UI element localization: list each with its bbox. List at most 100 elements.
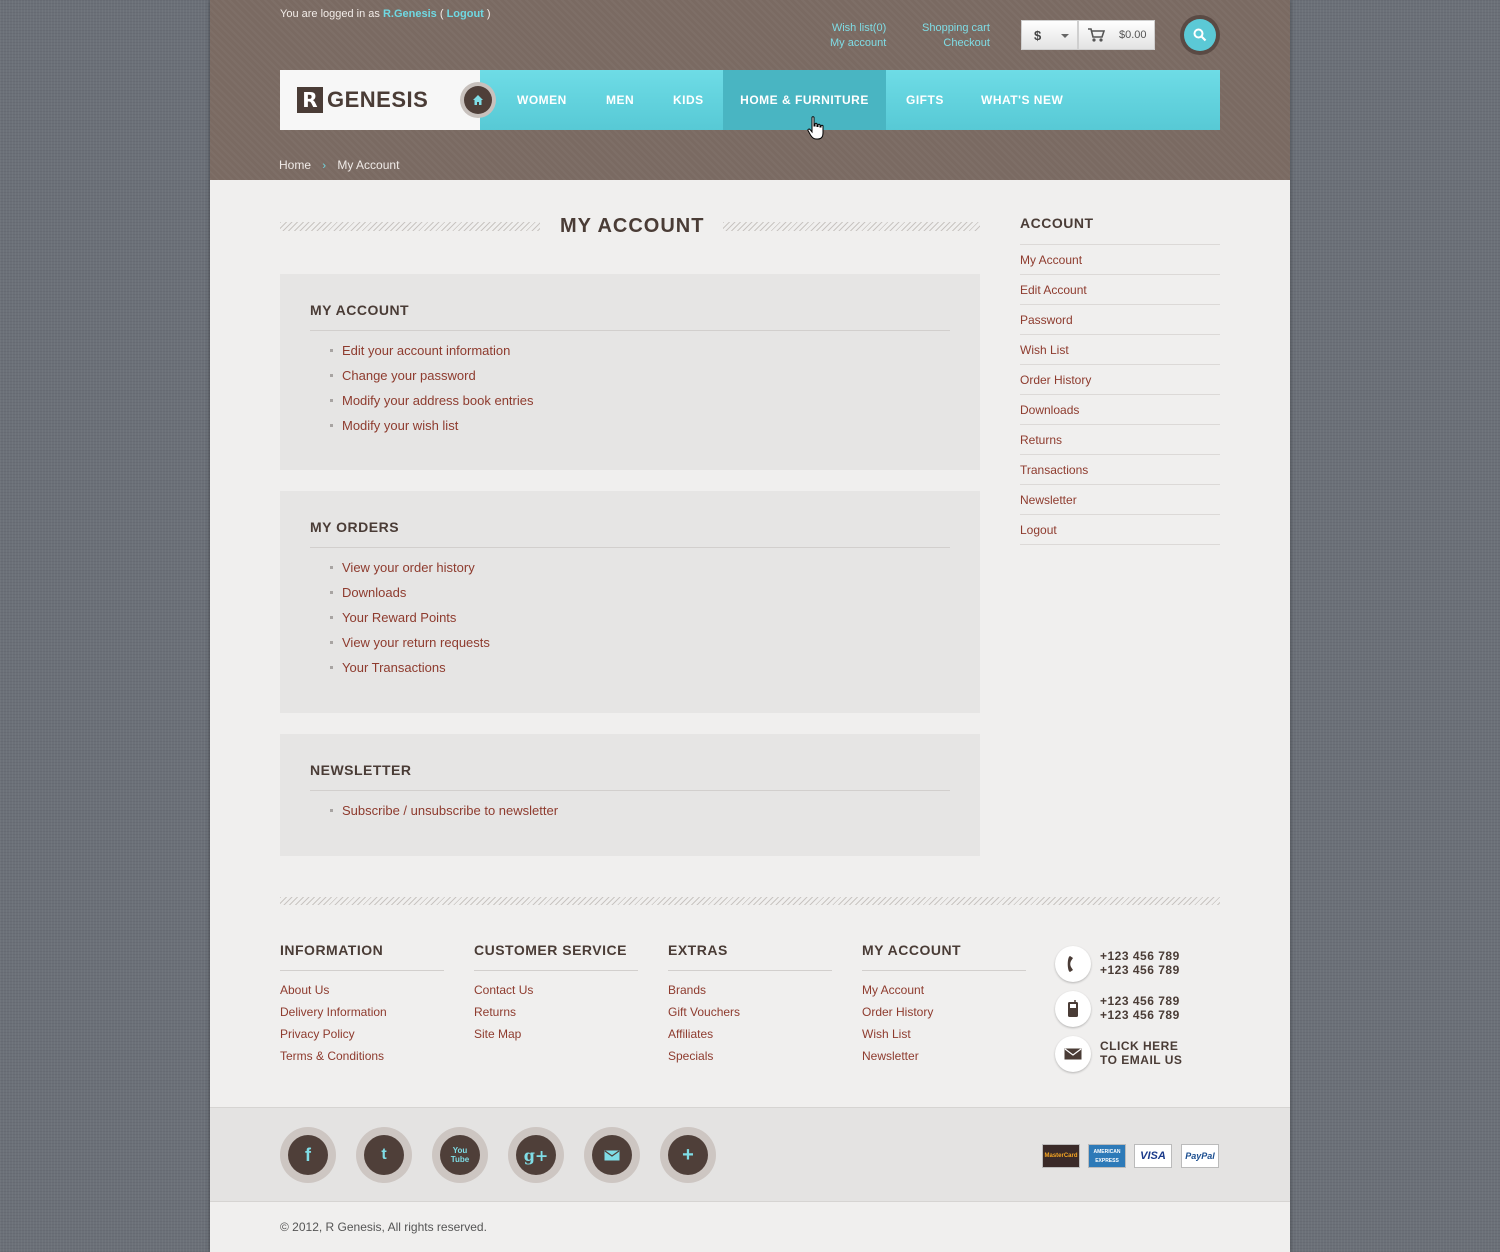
email-icon — [604, 1150, 620, 1160]
home-button[interactable] — [460, 82, 496, 118]
logout-paren-open: ( — [439, 8, 444, 20]
newsletter-section: NEWSLETTER Subscribe / unsubscribe to ne… — [280, 734, 980, 856]
mastercard-icon: MasterCard — [1042, 1144, 1080, 1168]
footer-link-my-account[interactable]: My Account — [862, 982, 1026, 1004]
sidebar-item-order-history[interactable]: Order History — [1020, 365, 1220, 395]
sidebar-item-returns[interactable]: Returns — [1020, 425, 1220, 455]
twitter-button[interactable]: t — [356, 1127, 412, 1183]
footer-link-order-history[interactable]: Order History — [862, 1004, 1026, 1026]
account-links-list: Edit your account information Change you… — [330, 338, 533, 438]
header: You are logged in as R.Genesis ( Logout … — [210, 0, 1290, 180]
my-orders-section: MY ORDERS View your order history Downlo… — [280, 491, 980, 713]
footer-link-returns[interactable]: Returns — [474, 1004, 638, 1026]
nav-item-kids[interactable]: KIDS — [673, 70, 704, 130]
logout-link[interactable]: Logout — [447, 8, 484, 20]
transactions-link[interactable]: Your Transactions — [330, 655, 490, 680]
logo-text: GENESIS — [327, 87, 429, 112]
my-account-link[interactable]: My account — [830, 36, 886, 51]
order-history-link[interactable]: View your order history — [330, 555, 490, 580]
wish-list-link[interactable]: Modify your wish list — [330, 413, 533, 438]
footer-link-site-map[interactable]: Site Map — [474, 1026, 638, 1048]
footer-link-brands[interactable]: Brands — [668, 982, 832, 1004]
more-button[interactable]: + — [660, 1127, 716, 1183]
plus-icon: + — [682, 1143, 694, 1166]
section-title: MY ORDERS — [310, 519, 400, 535]
email-link-line2[interactable]: TO EMAIL US — [1100, 1053, 1182, 1067]
footer-link-contact-us[interactable]: Contact Us — [474, 982, 638, 1004]
envelope-icon — [1055, 1036, 1091, 1072]
checkout-link[interactable]: Checkout — [922, 36, 989, 51]
nav-item-men[interactable]: MEN — [606, 70, 634, 130]
phone-number: +123 456 789 — [1100, 963, 1180, 977]
username-link[interactable]: R.Genesis — [383, 8, 437, 20]
email-button[interactable] — [584, 1127, 640, 1183]
phone-icon — [1055, 946, 1091, 982]
footer-column-title: MY ACCOUNT — [862, 942, 1026, 971]
search-icon — [1193, 28, 1207, 42]
nav-menu: WOMEN MEN KIDS HOME & FURNITURE GIFTS WH… — [480, 70, 1220, 130]
twitter-icon: t — [381, 1146, 387, 1163]
sidebar-item-downloads[interactable]: Downloads — [1020, 395, 1220, 425]
currency-select[interactable]: $ — [1021, 20, 1078, 50]
mobile-number: +123 456 789 — [1100, 1008, 1180, 1022]
footer-link-wish-list[interactable]: Wish List — [862, 1026, 1026, 1048]
home-icon — [473, 95, 483, 105]
sidebar-item-wish-list[interactable]: Wish List — [1020, 335, 1220, 365]
subscribe-newsletter-link[interactable]: Subscribe / unsubscribe to newsletter — [330, 798, 558, 823]
cart-button[interactable]: $0.00 — [1078, 20, 1155, 50]
sidebar-item-newsletter[interactable]: Newsletter — [1020, 485, 1220, 515]
edit-account-link[interactable]: Edit your account information — [330, 338, 533, 363]
title-divider-left — [280, 222, 540, 231]
facebook-button[interactable]: f — [280, 1127, 336, 1183]
orders-links-list: View your order history Downloads Your R… — [330, 555, 490, 680]
address-book-link[interactable]: Modify your address book entries — [330, 388, 533, 413]
footer-link-terms[interactable]: Terms & Conditions — [280, 1048, 444, 1070]
social-bar: f t You Tube g+ + MasterCard AMERICAN EX… — [210, 1107, 1290, 1202]
downloads-link[interactable]: Downloads — [330, 580, 490, 605]
sidebar-title: ACCOUNT — [1020, 215, 1220, 245]
footer-link-newsletter[interactable]: Newsletter — [862, 1048, 1026, 1070]
sidebar-item-password[interactable]: Password — [1020, 305, 1220, 335]
section-title: MY ACCOUNT — [310, 302, 410, 318]
google-plus-button[interactable]: g+ — [508, 1127, 564, 1183]
footer-column-extras: EXTRAS Brands Gift Vouchers Affiliates S… — [668, 942, 832, 1070]
sidebar-item-edit-account[interactable]: Edit Account — [1020, 275, 1220, 305]
breadcrumb-home[interactable]: Home — [279, 158, 311, 172]
footer-link-about-us[interactable]: About Us — [280, 982, 444, 1004]
youtube-button[interactable]: You Tube — [432, 1127, 488, 1183]
change-password-link[interactable]: Change your password — [330, 363, 533, 388]
facebook-icon: f — [305, 1144, 311, 1165]
footer-link-delivery[interactable]: Delivery Information — [280, 1004, 444, 1026]
footer-column-my-account: MY ACCOUNT My Account Order History Wish… — [862, 942, 1026, 1070]
page: You are logged in as R.Genesis ( Logout … — [210, 0, 1290, 1252]
main-nav: R GENESIS WOMEN MEN KIDS HOME & FURNITUR… — [280, 70, 1220, 130]
sidebar-item-transactions[interactable]: Transactions — [1020, 455, 1220, 485]
visa-icon: VISA — [1134, 1144, 1172, 1168]
nav-item-whats-new[interactable]: WHAT'S NEW — [981, 70, 1063, 130]
currency-value: $ — [1034, 28, 1042, 43]
divider — [310, 330, 950, 331]
reward-points-link[interactable]: Your Reward Points — [330, 605, 490, 630]
footer-link-gift-vouchers[interactable]: Gift Vouchers — [668, 1004, 832, 1026]
footer-link-specials[interactable]: Specials — [668, 1048, 832, 1070]
logo-mark: R — [297, 87, 323, 113]
email-link-line1[interactable]: CLICK HERE — [1100, 1039, 1182, 1053]
shopping-cart-link[interactable]: Shopping cart — [922, 21, 990, 36]
search-button[interactable] — [1180, 15, 1220, 55]
login-status: You are logged in as R.Genesis ( Logout … — [280, 8, 491, 20]
nav-item-home-furniture[interactable]: HOME & FURNITURE — [723, 70, 886, 130]
footer-column-customer-service: CUSTOMER SERVICE Contact Us Returns Site… — [474, 942, 638, 1048]
login-prefix: You are logged in as — [280, 8, 380, 20]
nav-item-women[interactable]: WOMEN — [517, 70, 567, 130]
sidebar-item-my-account[interactable]: My Account — [1020, 245, 1220, 275]
nav-item-gifts[interactable]: GIFTS — [906, 70, 944, 130]
footer-link-affiliates[interactable]: Affiliates — [668, 1026, 832, 1048]
wishlist-link[interactable]: Wish list(0) — [830, 21, 886, 36]
sidebar-item-logout[interactable]: Logout — [1020, 515, 1220, 545]
breadcrumb-separator-icon: › — [322, 160, 327, 172]
mobile-number: +123 456 789 — [1100, 994, 1180, 1008]
footer-link-privacy[interactable]: Privacy Policy — [280, 1026, 444, 1048]
return-requests-link[interactable]: View your return requests — [330, 630, 490, 655]
youtube-icon: You Tube — [450, 1146, 470, 1164]
logo[interactable]: R GENESIS — [280, 70, 480, 130]
